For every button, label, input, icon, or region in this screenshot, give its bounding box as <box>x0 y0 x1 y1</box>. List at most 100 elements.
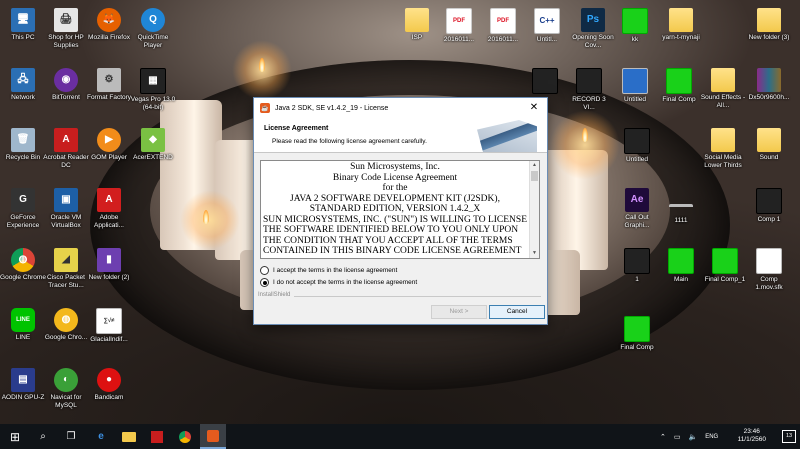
clock[interactable]: 23:46 11/1/2560 <box>738 428 766 444</box>
desktop-icon-gom-player[interactable]: ▶ GOM Player <box>86 128 132 162</box>
bittorrent-icon: ◉ <box>54 68 78 92</box>
folder-icon <box>757 8 781 32</box>
desktop-icon-sound-effects[interactable]: Sound Effects - All... <box>700 68 746 109</box>
java-glyph <box>207 429 219 442</box>
acrobat-taskbar-icon[interactable] <box>144 424 170 449</box>
scroll-thumb[interactable] <box>531 171 538 181</box>
desktop-icon-gpu-z[interactable]: ▤ AODIN GPU-Z <box>0 368 46 402</box>
vegas-pro-icon: ▦ <box>140 68 166 94</box>
scroll-up-icon[interactable]: ▲ <box>530 161 539 170</box>
installer-taskbar-icon[interactable] <box>200 424 226 449</box>
desktop-icon-geforce[interactable]: G GeForce Experience <box>0 188 46 229</box>
network-tray-icon[interactable]: ▭ <box>674 433 681 441</box>
desktop-icon-format-factory[interactable]: ⚙ Format Factory <box>86 68 132 102</box>
desktop-icon-final-comp-2[interactable]: Final Comp <box>614 316 660 352</box>
chevron-up-icon[interactable]: ⌃ <box>660 433 666 441</box>
desktop-icon-new-folder-3[interactable]: New folder (3) <box>746 8 792 42</box>
scroll-down-icon[interactable]: ▼ <box>530 249 539 258</box>
accept-radio-label[interactable]: I accept the terms in the license agreem… <box>273 267 397 274</box>
license-line: JAVA 2 SOFTWARE DEVELOPMENT KIT (J2SDK), <box>290 193 500 204</box>
folder-icon <box>711 128 735 152</box>
desktop-icon-comp-1[interactable]: Comp 1 <box>746 188 792 224</box>
desktop-icon-cpp-untitled[interactable]: C++ Untitl... <box>524 8 570 44</box>
desktop-icon-main[interactable]: Main <box>658 248 704 284</box>
desktop-icon-kk[interactable]: kk <box>612 8 658 44</box>
desktop-icon-social-media[interactable]: Social Media Lower Thirds <box>700 128 746 169</box>
desktop-icon-vegas-pro[interactable]: ▦ Vegas Pro 13.0 (64-bit) <box>130 68 176 111</box>
license-scrollbar[interactable]: ▲ ▼ <box>529 161 539 258</box>
desktop-icon-line[interactable]: LINE LINE <box>0 308 46 342</box>
license-text-box[interactable]: Sun Microsystems, Inc. Binary Code Licen… <box>260 160 540 259</box>
desktop-icon-final-comp-1[interactable]: Final Comp <box>656 68 702 104</box>
desktop-icon-acrobat[interactable]: A Acrobat Reader DC <box>43 128 89 169</box>
cancel-button[interactable]: Cancel <box>489 305 545 319</box>
license-body: SUN MICROSYSTEMS, INC. ("SUN") IS WILLIN… <box>263 214 528 257</box>
desktop-icon-adobe-applications[interactable]: A Adobe Applicati... <box>86 188 132 229</box>
chrome-glyph <box>179 430 191 443</box>
desktop-icon-sound[interactable]: Sound <box>746 128 792 162</box>
clock-time: 23:46 <box>743 428 760 435</box>
desktop-icon-network[interactable]: 🖧 Network <box>0 68 46 102</box>
language-indicator[interactable]: ENG <box>705 434 718 440</box>
acrobat-glyph <box>151 430 163 443</box>
volume-icon[interactable]: 🔈 <box>689 433 698 441</box>
desktop-icon-recycle-bin[interactable]: 🗑 Recycle Bin <box>0 128 46 162</box>
desktop-icon-this-pc[interactable]: 🖥 This PC <box>0 8 46 42</box>
decline-radio[interactable] <box>260 278 269 287</box>
desktop-icon-bittorrent[interactable]: ◉ BitTorrent <box>43 68 89 102</box>
decline-radio-option[interactable]: I do not accept the terms in the license… <box>260 278 417 287</box>
desktop-icon-glacial-indifference[interactable]: ∑√≠ GlacialIndif... <box>86 308 132 344</box>
notification-center-button[interactable]: 13 <box>782 430 796 443</box>
decline-radio-label[interactable]: I do not accept the terms in the license… <box>273 279 417 286</box>
desktop-icon-archive[interactable]: Dx50r9600h... <box>746 68 792 102</box>
desktop-icon-isp[interactable]: ISP <box>394 8 440 42</box>
navicat-icon: ◐ <box>54 368 78 392</box>
desktop-icon-firefox[interactable]: 🦊 Mozilla Firefox <box>86 8 132 42</box>
desktop-icon-navicat[interactable]: ◐ Navicat for MySQL <box>43 368 89 409</box>
start-button[interactable]: ⊞ <box>2 424 28 449</box>
desktop-icon-1111[interactable]: 1111 <box>658 188 704 225</box>
license-dialog: ☕ Java 2 SDK, SE v1.4.2_19 - License ✕ L… <box>253 97 548 325</box>
gom-player-icon: ▶ <box>97 128 121 152</box>
desktop-icon-comp-1-sfk[interactable]: Comp 1.mov.sfk <box>746 248 792 291</box>
license-text: Sun Microsystems, Inc. Binary Code Licen… <box>261 161 529 257</box>
desktop-icon-untitled-2[interactable]: Untitled <box>614 128 660 164</box>
accept-radio[interactable] <box>260 266 269 275</box>
task-view-icon[interactable]: ❐ <box>58 424 84 449</box>
title-bar[interactable]: ☕ Java 2 SDK, SE v1.4.2_19 - License ✕ <box>254 98 547 118</box>
desktop-icon-google-chrome-2[interactable]: ◍ Google Chro... <box>43 308 89 342</box>
firefox-icon: 🦊 <box>97 8 121 32</box>
close-icon[interactable]: ✕ <box>521 98 547 118</box>
desktop-icon-google-chrome[interactable]: ◍ Google Chrome <box>0 248 46 282</box>
edge-icon[interactable]: e <box>88 424 114 449</box>
desktop-icon-final-comp-underscore-1[interactable]: Final Comp_1 <box>702 248 748 284</box>
chrome-taskbar-icon[interactable] <box>172 424 198 449</box>
chrome-icon: ◍ <box>11 248 35 272</box>
desktop-icon-opening-soon[interactable]: Ps Opening Soon Cov... <box>570 8 616 49</box>
desktop-icon-yarn-folder[interactable]: yarn-t-mynaji <box>658 8 704 42</box>
desktop-icon-quicktime[interactable]: Q QuickTime Player <box>130 8 176 49</box>
video-file-icon <box>532 68 558 94</box>
desktop-icon-packet-tracer[interactable]: ◢ Cisco Packet Tracer Stu... <box>43 248 89 289</box>
desktop-icon-pdf-2[interactable]: PDF 2016011... <box>480 8 526 44</box>
window-title: Java 2 SDK, SE v1.4.2_19 - License <box>275 104 389 112</box>
video-file-icon <box>624 316 650 342</box>
search-icon[interactable]: ⌕ <box>30 424 56 449</box>
desktop-icon-acerextend[interactable]: ◆ AcerEXTEND <box>130 128 176 162</box>
desktop-icon-new-folder-2[interactable]: ▮ New folder (2) <box>86 248 132 282</box>
video-file-icon <box>622 8 648 34</box>
desktop-icon-pdf-1[interactable]: PDF 2016011... <box>436 8 482 44</box>
pdf-icon: PDF <box>490 8 516 34</box>
video-file-icon <box>756 188 782 214</box>
desktop-icon-hp-supplies[interactable]: 🖨 Shop for HP Supplies <box>43 8 89 49</box>
desktop-icon-1[interactable]: 1 <box>614 248 660 284</box>
desktop-icon-untitled-1[interactable]: Untitled <box>612 68 658 104</box>
accept-radio-option[interactable]: I accept the terms in the license agreem… <box>260 266 397 275</box>
desktop-icon-virtualbox[interactable]: ▣ Oracle VM VirtualBox <box>43 188 89 229</box>
desktop-icon-bandicam[interactable]: ● Bandicam <box>86 368 132 402</box>
desktop-icon-call-out[interactable]: Ae Call Out Graphi... <box>614 188 660 229</box>
desktop-icon-record[interactable]: RECORD 3 VI... <box>566 68 612 111</box>
file-explorer-icon[interactable] <box>116 424 142 449</box>
printer-icon: 🖨 <box>54 8 78 32</box>
next-button[interactable]: Next > <box>431 305 487 319</box>
